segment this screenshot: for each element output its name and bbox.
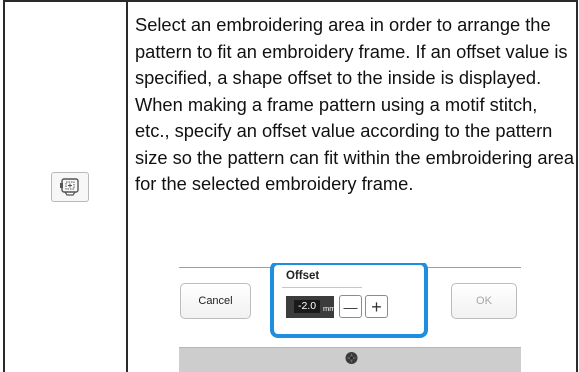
offset-value: -2.0 (297, 300, 317, 312)
table-top-border (3, 0, 578, 2)
table-right-border (576, 0, 578, 372)
dial-knob-icon (345, 352, 358, 364)
offset-decrease-button[interactable]: — (339, 295, 362, 318)
offset-value-field[interactable]: -2.0 mm (286, 296, 336, 318)
table-left-border (3, 0, 5, 372)
ok-button[interactable]: OK (451, 283, 517, 319)
function-table: Select an embroidering area in order to … (0, 0, 579, 372)
offset-label-underline (282, 287, 362, 288)
cancel-button[interactable]: Cancel (180, 283, 251, 319)
offset-increase-button[interactable]: + (365, 295, 388, 318)
plus-icon: + (371, 296, 382, 317)
function-description: Select an embroidering area in order to … (135, 14, 574, 194)
embroidery-frame-offset-icon (60, 178, 79, 196)
minus-icon: — (343, 298, 358, 315)
offset-unit: mm (323, 304, 336, 313)
offset-label: Offset (286, 270, 320, 282)
offset-setting-highlight: Offset -2.0 mm — + (270, 263, 428, 338)
table-column-divider (126, 0, 128, 372)
frame-offset-button[interactable] (51, 172, 89, 202)
offset-screen-illustration: Cancel OK Offset -2.0 mm — + (179, 263, 521, 372)
